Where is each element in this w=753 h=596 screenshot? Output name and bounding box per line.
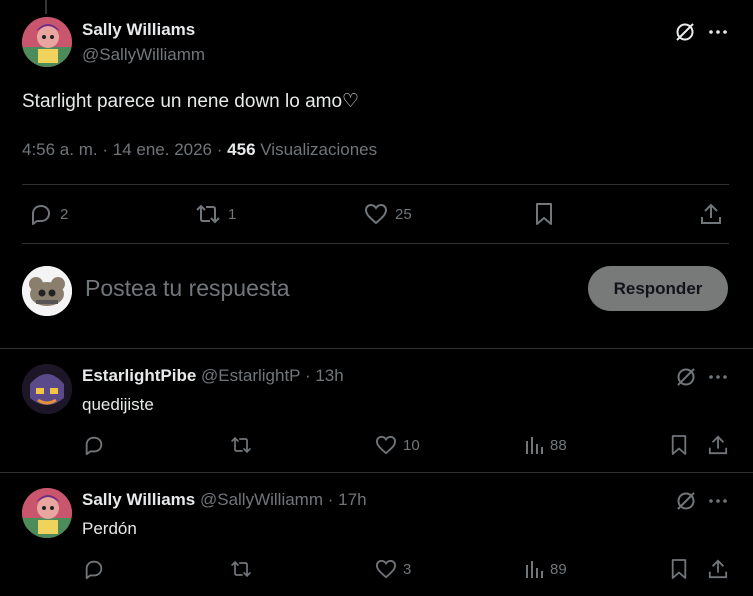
post-time[interactable]: 4:56 a. m. (22, 140, 98, 159)
reply-text: Perdón (82, 519, 137, 538)
separator-dot: · (327, 490, 334, 509)
reply-author-handle[interactable]: @SallyWilliamm (200, 490, 323, 509)
thread-connector-line (45, 0, 47, 14)
post-metadata: 4:56 a. m. · 14 ene. 2026 · 456 Visualiz… (22, 140, 377, 160)
reply-count: 2 (60, 206, 69, 223)
repost-icon[interactable] (229, 434, 253, 456)
repost-count: 1 (228, 206, 237, 223)
views-label: Visualizaciones (260, 140, 378, 159)
like-icon[interactable] (364, 203, 388, 225)
divider (0, 348, 753, 349)
reply-button[interactable]: Responder (588, 266, 728, 311)
reply-icon[interactable] (83, 558, 105, 580)
share-icon[interactable] (700, 202, 722, 226)
divider (0, 472, 753, 473)
reply-author-handle[interactable]: @EstarlightP (201, 366, 300, 385)
reply-author-avatar[interactable] (22, 364, 72, 414)
reply-time[interactable]: 13h (315, 366, 343, 385)
reply-header: Sally Williams @SallyWilliamm · 17h (82, 490, 367, 510)
grok-icon[interactable] (674, 21, 696, 43)
repost-icon[interactable] (194, 202, 222, 226)
author-handle[interactable]: @SallyWilliamm (82, 45, 205, 65)
repost-icon[interactable] (229, 558, 253, 580)
share-icon[interactable] (708, 558, 728, 580)
divider (22, 243, 729, 244)
reply-author-avatar[interactable] (22, 488, 72, 538)
grok-icon[interactable] (675, 490, 697, 512)
separator-dot: · (102, 140, 109, 159)
grok-icon[interactable] (675, 366, 697, 388)
views-icon[interactable] (524, 559, 544, 579)
reply-author-name[interactable]: EstarlightPibe (82, 366, 196, 385)
like-count: 25 (395, 206, 412, 223)
reply-time[interactable]: 17h (338, 490, 366, 509)
bookmark-icon[interactable] (534, 202, 554, 226)
reply-text: quedijiste (82, 395, 154, 414)
bookmark-icon[interactable] (670, 558, 688, 580)
more-options-icon[interactable] (708, 29, 728, 35)
author-avatar[interactable] (22, 17, 72, 67)
more-options-icon[interactable] (708, 374, 728, 380)
bookmark-icon[interactable] (670, 434, 688, 456)
current-user-avatar[interactable] (22, 266, 72, 316)
separator-dot: · (216, 140, 223, 159)
views-count: 88 (550, 437, 567, 454)
post-date[interactable]: 14 ene. 2026 (113, 140, 212, 159)
views-count: 89 (550, 561, 567, 578)
reply-input[interactable]: Postea tu respuesta (85, 275, 290, 302)
like-icon[interactable] (375, 559, 397, 579)
reply-author-name[interactable]: Sally Williams (82, 490, 195, 509)
separator-dot: · (304, 366, 311, 385)
post-text: Starlight parece un nene down lo amo♡ (22, 91, 360, 112)
reply-icon[interactable] (29, 202, 53, 226)
like-count: 10 (403, 437, 420, 454)
author-name[interactable]: Sally Williams (82, 20, 195, 40)
like-count: 3 (403, 561, 412, 578)
reply-header: EstarlightPibe @EstarlightP · 13h (82, 366, 344, 386)
like-icon[interactable] (375, 435, 397, 455)
views-icon[interactable] (524, 435, 544, 455)
more-options-icon[interactable] (708, 498, 728, 504)
share-icon[interactable] (708, 434, 728, 456)
divider (22, 184, 729, 185)
reply-icon[interactable] (83, 434, 105, 456)
views-count: 456 (227, 140, 256, 159)
